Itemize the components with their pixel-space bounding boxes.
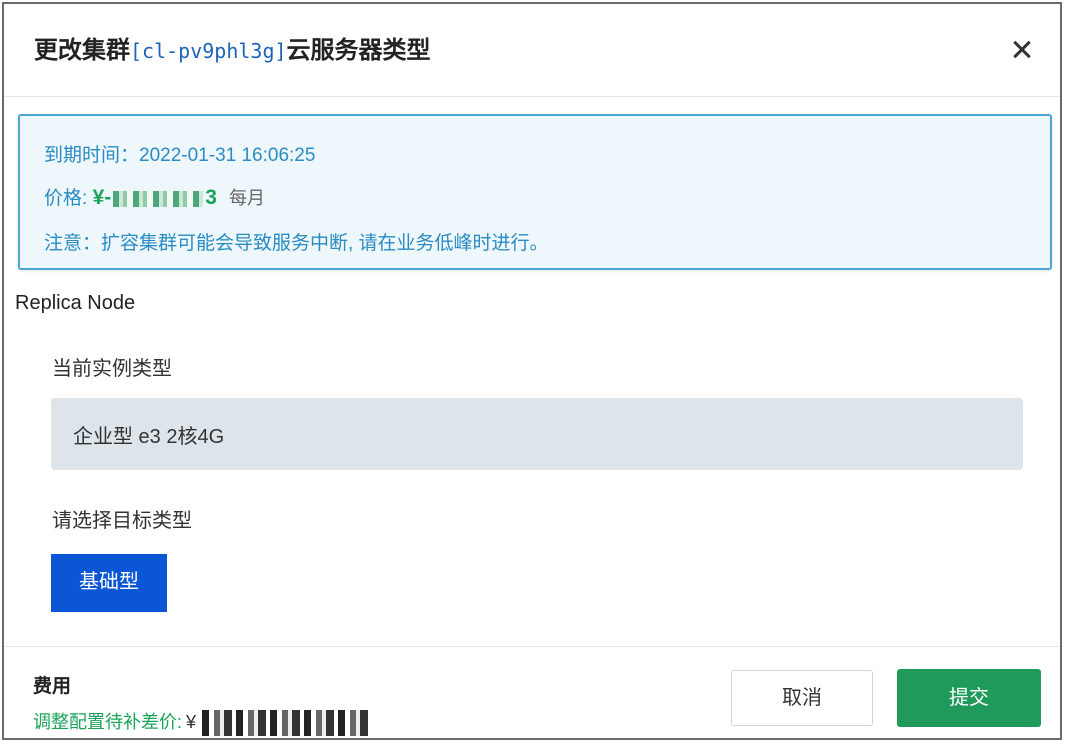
warning-text: 注意：扩容集群可能会导致服务中断, 请在业务低峰时进行。 — [44, 233, 549, 254]
close-icon[interactable] — [1008, 36, 1036, 64]
dialog-header: 更改集群[cl-pv9phl3g]云服务器类型 — [4, 4, 1060, 97]
title-prefix: 更改集群 — [34, 37, 130, 64]
cluster-id: [cl-pv9phl3g] — [130, 39, 287, 63]
change-instance-type-dialog: 更改集群[cl-pv9phl3g]云服务器类型 到期时间：2022-01-31 … — [2, 2, 1062, 740]
fee-currency: ¥ — [186, 712, 197, 732]
title-suffix: 云服务器类型 — [286, 37, 431, 64]
fee-redacted — [202, 710, 373, 737]
fee-title: 费用 — [33, 676, 72, 697]
target-type-label: 请选择目标类型 — [52, 510, 192, 532]
info-notice: 到期时间：2022-01-31 16:06:25 价格: ¥- 3 每月 注意：扩容… — [18, 114, 1052, 270]
expire-label: 到期时间： — [44, 145, 140, 166]
current-type-label: 当前实例类型 — [52, 358, 172, 380]
price-start: ¥- — [92, 186, 112, 209]
fee-diff-label: 调整配置待补差价: — [33, 712, 183, 732]
price-unit: 每月 — [228, 188, 265, 208]
section-title: Replica Node — [15, 292, 136, 314]
price-label: 价格: — [44, 188, 93, 209]
target-type-option-basic[interactable]: 基础型 — [51, 554, 167, 612]
fee-diff-line: 调整配置待补差价: ¥ — [33, 708, 373, 737]
submit-button[interactable]: 提交 — [897, 669, 1041, 727]
current-type-value: 企业型 e3 2核4G — [51, 398, 1023, 470]
price-redacted — [113, 190, 204, 207]
price-end: 3 — [205, 186, 217, 209]
expire-value: 2022-01-31 16:06:25 — [139, 145, 316, 166]
dialog-footer: 费用 调整配置待补差价: ¥ 取消 提交 — [4, 646, 1060, 738]
dialog-title: 更改集群[cl-pv9phl3g]云服务器类型 — [34, 30, 431, 65]
cancel-button[interactable]: 取消 — [731, 670, 873, 726]
price-line: 价格: ¥- 3 每月 — [44, 183, 265, 210]
expire-line: 到期时间：2022-01-31 16:06:25 — [44, 140, 315, 167]
